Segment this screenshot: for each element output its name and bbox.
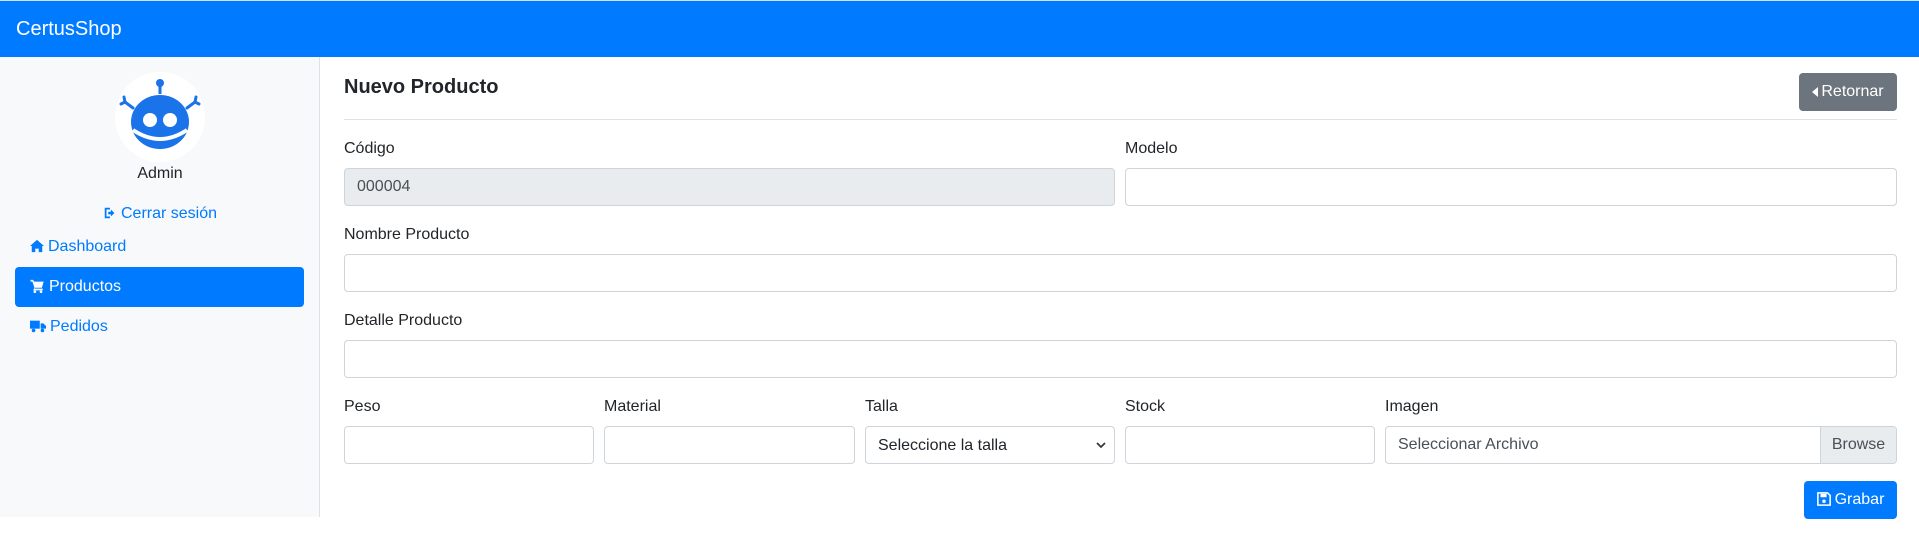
talla-select[interactable]: Seleccione la talla [865, 426, 1115, 464]
sidebar-item-productos[interactable]: Productos [15, 267, 304, 307]
codigo-input[interactable]: 000004 [344, 168, 1115, 206]
divider [344, 119, 1897, 120]
modelo-input[interactable] [1125, 168, 1897, 206]
save-button[interactable]: Grabar [1804, 481, 1897, 519]
stock-label: Stock [1125, 398, 1166, 415]
peso-label: Peso [344, 398, 381, 415]
brand-logo-text[interactable]: CertusShop [16, 17, 122, 41]
talla-label: Talla [865, 398, 898, 415]
save-button-label: Grabar [1834, 491, 1885, 508]
file-placeholder: Seleccionar Archivo [1398, 436, 1539, 453]
sidebar: Admin Cerrar sesión Dashboard Productos … [0, 57, 320, 517]
logout-label: Cerrar sesión [120, 205, 218, 222]
sidebar-item-pedidos[interactable]: Pedidos [15, 307, 304, 347]
truck-icon [30, 320, 46, 333]
material-label: Material [604, 398, 661, 415]
stock-input[interactable] [1125, 426, 1375, 464]
detalle-producto-input[interactable] [344, 340, 1897, 378]
detalle-producto-label: Detalle Producto [344, 312, 463, 329]
sidebar-item-dashboard[interactable]: Dashboard [15, 227, 304, 267]
browse-button[interactable]: Browse [1820, 427, 1896, 463]
avatar [115, 72, 205, 162]
nombre-producto-label: Nombre Producto [344, 226, 470, 243]
cart-icon [30, 279, 44, 293]
robot-avatar-icon [115, 72, 205, 162]
nombre-producto-input[interactable] [344, 254, 1897, 292]
page-title: Nuevo Producto [344, 76, 499, 98]
modelo-label: Modelo [1125, 140, 1178, 157]
sidebar-item-label: Pedidos [50, 318, 108, 335]
chevron-down-icon [1096, 442, 1106, 449]
caret-left-icon [1812, 87, 1819, 97]
talla-selected-value: Seleccione la talla [878, 437, 1007, 454]
sidebar-item-label: Dashboard [48, 238, 127, 255]
home-icon [30, 239, 44, 253]
sidebar-item-label: Productos [49, 278, 122, 295]
floppy-disk-icon [1816, 492, 1831, 506]
user-name: Admin [137, 165, 183, 182]
codigo-label: Código [344, 140, 395, 157]
top-navbar: CertusShop [0, 0, 1919, 57]
sign-out-icon [104, 207, 115, 219]
material-input[interactable] [604, 426, 855, 464]
peso-input[interactable] [344, 426, 594, 464]
logout-link[interactable]: Cerrar sesión [0, 205, 320, 223]
return-button[interactable]: Retornar [1799, 73, 1897, 111]
imagen-file-input[interactable]: Seleccionar Archivo Browse [1385, 426, 1897, 464]
return-button-label: Retornar [1821, 83, 1884, 100]
imagen-label: Imagen [1385, 398, 1439, 415]
